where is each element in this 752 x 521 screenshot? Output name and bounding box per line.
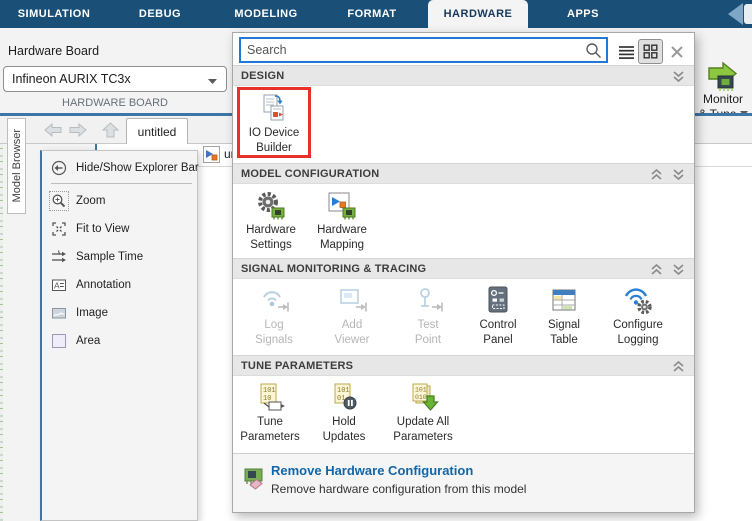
collapse-up-icon[interactable] bbox=[650, 169, 663, 181]
sample-time-icon bbox=[51, 249, 67, 265]
back-arrow-icon[interactable] bbox=[44, 123, 63, 137]
gallery-item-control-panel[interactable]: Control Panel bbox=[467, 283, 529, 347]
section-header-design[interactable]: DESIGN bbox=[233, 65, 694, 86]
tune-parameters-icon: 101 10 bbox=[254, 380, 286, 414]
desktop-edge-strip bbox=[0, 116, 3, 521]
grid-view-button[interactable] bbox=[638, 39, 663, 64]
gallery-item-add-viewer: Add Viewer bbox=[315, 283, 389, 347]
collapsed-panel-chevron-icon bbox=[728, 3, 743, 25]
area-icon bbox=[51, 333, 67, 349]
hold-updates-icon: 101 01 bbox=[328, 380, 360, 414]
remove-hardware-icon bbox=[242, 466, 266, 490]
tab-format[interactable]: FORMAT bbox=[330, 0, 414, 28]
add-viewer-icon bbox=[336, 283, 368, 317]
gallery-item-io-device-builder[interactable]: IO Device Builder bbox=[241, 91, 307, 155]
palette-item-area[interactable]: Area bbox=[42, 327, 197, 355]
svg-text:101: 101 bbox=[263, 387, 276, 395]
monitor-tune-icon[interactable] bbox=[705, 59, 741, 93]
gallery-item-tune-parameters[interactable]: 101 10 Tune Parameters bbox=[237, 380, 303, 444]
gallery-item-signal-table[interactable]: Signal Table bbox=[533, 283, 595, 347]
remove-hardware-configuration[interactable]: Remove Hardware Configuration Remove har… bbox=[233, 453, 694, 512]
grid-view-icon bbox=[643, 44, 658, 59]
svg-text:101: 101 bbox=[337, 387, 350, 395]
io-device-builder-highlight: IO Device Builder bbox=[237, 87, 311, 158]
toolstrip-tab-bar: SIMULATION DEBUG MODELING FORMAT HARDWAR… bbox=[0, 0, 752, 28]
document-tab-untitled[interactable]: untitled bbox=[126, 118, 188, 144]
annotation-icon: A bbox=[51, 277, 67, 293]
palette-item-fit-to-view[interactable]: Fit to View bbox=[42, 215, 197, 243]
update-all-parameters-icon: 101 010 bbox=[407, 380, 439, 414]
model-browser-tab[interactable]: Model Browser bbox=[7, 118, 26, 214]
hardware-board-dropdown[interactable]: Infineon AURIX TC3x bbox=[3, 66, 227, 92]
section-header-tune-parameters[interactable]: TUNE PARAMETERS bbox=[233, 355, 694, 376]
tab-hardware[interactable]: HARDWARE bbox=[428, 0, 528, 28]
zoom-icon bbox=[51, 193, 67, 209]
gallery-item-configure-logging[interactable]: Configure Logging bbox=[599, 283, 677, 347]
hide-explorer-icon bbox=[51, 160, 67, 176]
section-header-signal-monitoring[interactable]: SIGNAL MONITORING & TRACING bbox=[233, 258, 694, 279]
section-header-model-configuration[interactable]: MODEL CONFIGURATION bbox=[233, 163, 694, 184]
test-point-icon bbox=[412, 283, 444, 317]
svg-text:101: 101 bbox=[415, 387, 427, 394]
gallery-item-hardware-mapping[interactable]: Hardware Mapping bbox=[308, 188, 376, 252]
tab-apps[interactable]: APPS bbox=[546, 0, 620, 28]
breadcrumb-model-icon[interactable] bbox=[203, 146, 220, 163]
gallery-item-test-point: Test Point bbox=[393, 283, 463, 347]
hardware-board-value: Infineon AURIX TC3x bbox=[12, 72, 131, 86]
dropdown-caret-icon bbox=[208, 78, 217, 84]
tab-simulation[interactable]: SIMULATION bbox=[8, 0, 100, 28]
hardware-board-label: Hardware Board bbox=[8, 44, 99, 58]
palette-item-image[interactable]: Image bbox=[42, 299, 197, 327]
palette-item-zoom[interactable]: Zoom bbox=[42, 187, 197, 215]
tab-debug[interactable]: DEBUG bbox=[124, 0, 196, 28]
collapse-down-icon[interactable] bbox=[672, 169, 685, 181]
collapse-up-icon[interactable] bbox=[672, 361, 685, 373]
svg-text:010: 010 bbox=[415, 394, 427, 401]
hardware-gallery-popup: DESIGN IO Device bbox=[232, 32, 695, 513]
signal-table-icon bbox=[548, 283, 580, 317]
search-icon bbox=[585, 42, 602, 59]
palette-separator bbox=[51, 183, 192, 184]
collapse-up-icon[interactable] bbox=[650, 264, 663, 276]
gallery-item-hold-updates[interactable]: 101 01 Hold Updates bbox=[311, 380, 377, 444]
palette-item-hide-explorer[interactable]: Hide/Show Explorer Bar bbox=[42, 154, 197, 182]
io-device-builder-icon bbox=[258, 91, 290, 125]
collapsed-panel-edge bbox=[744, 4, 752, 24]
canvas-palette-menu: Hide/Show Explorer Bar Zoom Fit to View bbox=[40, 150, 198, 521]
svg-text:A: A bbox=[54, 281, 60, 291]
gallery-item-update-all-parameters[interactable]: 101 010 Update All Parameters bbox=[383, 380, 463, 444]
fit-to-view-icon bbox=[51, 221, 67, 237]
hardware-settings-icon bbox=[255, 188, 287, 222]
gallery-item-hardware-settings[interactable]: Hardware Settings bbox=[237, 188, 305, 252]
control-panel-icon bbox=[482, 283, 514, 317]
hardware-mapping-icon bbox=[326, 188, 358, 222]
log-signals-icon bbox=[258, 283, 290, 317]
palette-item-sample-time[interactable]: Sample Time bbox=[42, 243, 197, 271]
monitor-tune-label-line1[interactable]: Monitor bbox=[693, 92, 752, 106]
image-icon bbox=[51, 305, 67, 321]
list-view-icon[interactable] bbox=[618, 45, 635, 60]
configure-logging-icon bbox=[622, 283, 654, 317]
collapse-down-icon[interactable] bbox=[672, 264, 685, 276]
hardware-board-group-label: HARDWARE BOARD bbox=[0, 97, 230, 109]
forward-arrow-icon[interactable] bbox=[68, 123, 87, 137]
search-input[interactable] bbox=[239, 37, 608, 63]
gallery-item-log-signals: Log Signals bbox=[237, 283, 311, 347]
up-to-parent-icon[interactable] bbox=[102, 122, 119, 138]
palette-item-annotation[interactable]: A Annotation bbox=[42, 271, 197, 299]
tab-modeling[interactable]: MODELING bbox=[220, 0, 312, 28]
collapse-down-icon[interactable] bbox=[672, 71, 685, 83]
close-icon[interactable] bbox=[671, 46, 683, 58]
